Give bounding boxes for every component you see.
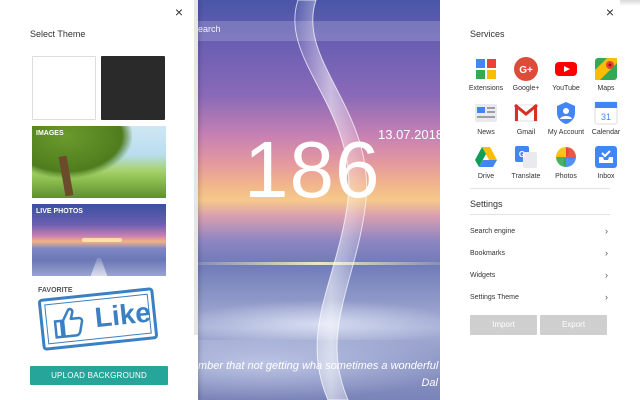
chevron-right-icon: › bbox=[605, 270, 608, 280]
theme-card-live-photos[interactable]: LIVE PHOTOS bbox=[32, 204, 166, 276]
news-icon bbox=[475, 104, 497, 122]
settings-row-settings-theme[interactable]: Settings Theme › bbox=[470, 288, 610, 310]
close-icon[interactable]: × bbox=[172, 5, 186, 19]
gmail-icon bbox=[514, 103, 538, 122]
favorite-label: FAVORITE bbox=[38, 287, 73, 294]
page-curl-effect bbox=[294, 0, 368, 400]
google-plus-icon: G+ bbox=[514, 57, 538, 81]
inbox-icon bbox=[595, 146, 617, 168]
settings-row-label: Search engine bbox=[470, 228, 516, 235]
service-extensions[interactable]: Extensions bbox=[466, 57, 506, 103]
theme-panel: × Select Theme IMAGES LIVE PHOTOS FAVORI… bbox=[0, 0, 198, 400]
import-button[interactable]: Import bbox=[470, 315, 537, 335]
settings-row-label: Settings Theme bbox=[470, 294, 519, 301]
account-icon bbox=[557, 102, 575, 124]
service-news[interactable]: News bbox=[466, 101, 506, 147]
extensions-icon bbox=[476, 59, 496, 79]
theme-card-images[interactable]: IMAGES bbox=[32, 126, 166, 198]
services-panel-title: Services bbox=[470, 29, 505, 39]
favorite-like-stamp[interactable]: Like bbox=[37, 287, 159, 351]
theme-panel-scrollbar[interactable] bbox=[194, 0, 198, 335]
theme-card-label: LIVE PHOTOS bbox=[36, 208, 83, 215]
calendar-icon: 31 bbox=[594, 101, 618, 125]
thumbs-up-icon bbox=[53, 307, 84, 339]
photos-icon bbox=[556, 147, 576, 167]
background-photo: earch 13.07.2018 186 mber that not getti… bbox=[198, 0, 440, 400]
service-translate[interactable]: G Translate bbox=[506, 145, 546, 191]
translate-icon: G bbox=[515, 146, 537, 168]
divider bbox=[470, 188, 610, 189]
calendar-day: 31 bbox=[601, 112, 611, 122]
settings-title: Settings bbox=[470, 199, 503, 209]
service-maps[interactable]: Maps bbox=[586, 57, 626, 103]
chevron-right-icon: › bbox=[605, 226, 608, 236]
divider bbox=[470, 214, 610, 215]
chevron-right-icon: › bbox=[605, 292, 608, 302]
service-inbox[interactable]: Inbox bbox=[586, 145, 626, 191]
upload-background-button[interactable]: UPLOAD BACKGROUND bbox=[30, 366, 168, 385]
service-label: Calendar bbox=[591, 129, 621, 136]
pier-image bbox=[90, 258, 108, 276]
service-calendar[interactable]: 31 Calendar bbox=[586, 101, 626, 147]
export-button[interactable]: Export bbox=[540, 315, 607, 335]
close-icon[interactable]: × bbox=[603, 5, 617, 19]
service-drive[interactable]: Drive bbox=[466, 145, 506, 191]
svg-text:G: G bbox=[519, 150, 525, 159]
theme-swatch-white[interactable] bbox=[32, 56, 96, 120]
like-stamp-text: Like bbox=[93, 296, 153, 334]
theme-swatch-dark[interactable] bbox=[101, 56, 165, 120]
settings-row-search-engine[interactable]: Search engine › bbox=[470, 222, 610, 244]
service-label: Maps bbox=[597, 85, 615, 92]
theme-card-label: IMAGES bbox=[36, 130, 64, 137]
sunset-glow bbox=[82, 238, 122, 242]
settings-row-bookmarks[interactable]: Bookmarks › bbox=[470, 244, 610, 266]
corner-shadow bbox=[620, 0, 640, 6]
maps-icon bbox=[595, 58, 617, 80]
service-photos[interactable]: Photos bbox=[546, 145, 586, 191]
theme-panel-title: Select Theme bbox=[30, 29, 86, 39]
service-my-account[interactable]: My Account bbox=[546, 101, 586, 147]
svg-text:G+: G+ bbox=[519, 65, 533, 76]
drive-icon bbox=[475, 147, 497, 167]
settings-row-widgets[interactable]: Widgets › bbox=[470, 266, 610, 288]
chevron-right-icon: › bbox=[605, 248, 608, 258]
service-label: Inbox bbox=[597, 173, 615, 180]
settings-row-label: Bookmarks bbox=[470, 250, 506, 257]
service-gmail[interactable]: Gmail bbox=[506, 101, 546, 147]
settings-row-label: Widgets bbox=[470, 272, 496, 279]
youtube-icon bbox=[555, 62, 577, 76]
service-google-plus[interactable]: G+ Google+ bbox=[506, 57, 546, 103]
service-youtube[interactable]: YouTube bbox=[546, 57, 586, 103]
